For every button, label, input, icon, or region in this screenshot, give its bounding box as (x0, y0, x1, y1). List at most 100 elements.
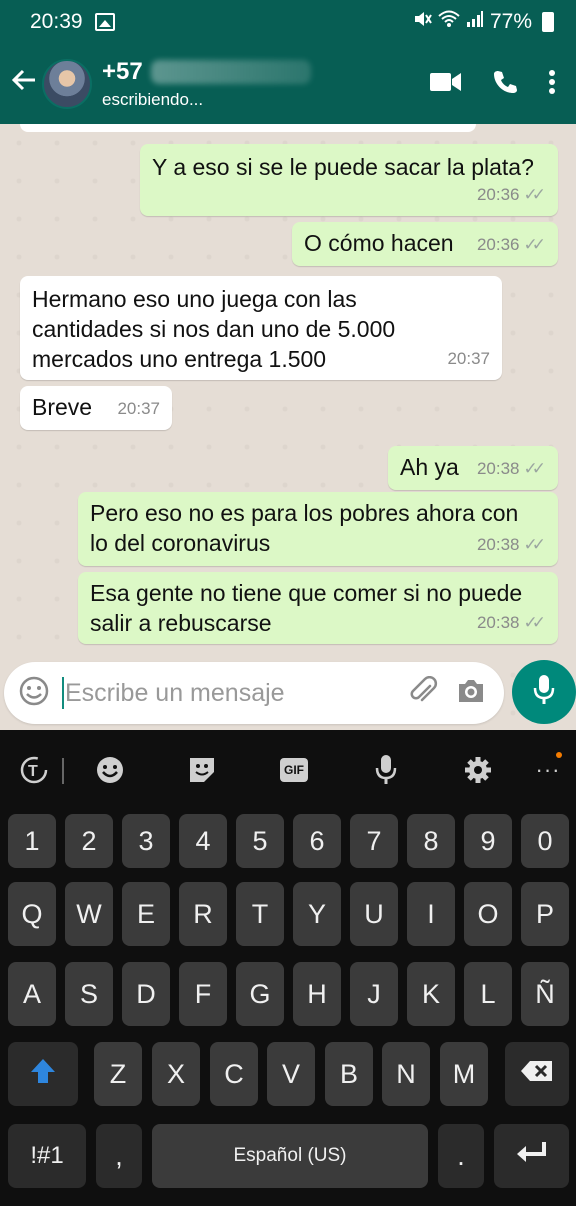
enter-arrow-icon (514, 1140, 550, 1173)
wifi-icon (438, 10, 460, 34)
text-prediction-icon[interactable]: T (14, 752, 54, 788)
shift-key[interactable] (8, 1042, 78, 1106)
key-8[interactable]: 8 (407, 814, 455, 868)
enter-key[interactable] (494, 1124, 569, 1188)
key-z[interactable]: Z (94, 1042, 142, 1106)
message-text-line: cantidades si nos dan uno de 5.000 (32, 316, 396, 342)
key-l[interactable]: L (464, 962, 512, 1026)
key-v[interactable]: V (267, 1042, 315, 1106)
delivered-ticks-icon: ✓✓ (523, 459, 546, 478)
key-7[interactable]: 7 (350, 814, 398, 868)
gif-label: GIF (280, 758, 308, 782)
space-bar[interactable]: Español (US) (152, 1124, 428, 1188)
backspace-icon (520, 1059, 554, 1090)
key-n[interactable]: N (382, 1042, 430, 1106)
delivered-ticks-icon: ✓✓ (523, 613, 546, 632)
message-bubble-outgoing[interactable]: Y a eso si se le puede sacar la plata? 2… (140, 144, 558, 216)
message-bubble-outgoing[interactable]: O cómo hacen 20:36 ✓✓ (292, 222, 558, 266)
back-arrow-icon[interactable] (6, 67, 42, 101)
message-time: 20:38 (476, 459, 520, 478)
message-text: Breve (32, 394, 93, 420)
contact-info[interactable]: +57 escribiendo... (102, 58, 311, 110)
key-m[interactable]: M (440, 1042, 488, 1106)
status-time: 20:39 (30, 10, 83, 33)
status-bar: 20:39 77% (0, 0, 576, 44)
key-k[interactable]: K (407, 962, 455, 1026)
message-text-line: Hermano eso uno juega con las (32, 286, 357, 312)
gallery-notification-icon (94, 13, 115, 31)
delivered-ticks-icon: ✓✓ (523, 535, 546, 554)
chat-header: +57 escribiendo... (0, 44, 576, 124)
key-a[interactable]: A (8, 962, 56, 1026)
gif-icon[interactable]: GIF (274, 752, 314, 788)
key-9[interactable]: 9 (464, 814, 512, 868)
emoji-keyboard-icon[interactable] (90, 752, 130, 788)
key-h[interactable]: H (293, 962, 341, 1026)
key-3[interactable]: 3 (122, 814, 170, 868)
message-time: 20:38 (476, 613, 520, 632)
emoji-icon[interactable] (18, 675, 50, 712)
message-time: 20:38 (476, 535, 520, 554)
message-bubble-incoming[interactable]: Breve 20:37 (20, 386, 172, 430)
signal-icon (466, 10, 484, 34)
key-d[interactable]: D (122, 962, 170, 1026)
key-u[interactable]: U (350, 882, 398, 946)
key-b[interactable]: B (325, 1042, 373, 1106)
key-q[interactable]: Q (8, 882, 56, 946)
comma-key[interactable]: , (96, 1124, 142, 1188)
key-5[interactable]: 5 (236, 814, 284, 868)
contact-avatar[interactable] (42, 59, 92, 109)
settings-gear-icon[interactable] (458, 752, 498, 788)
video-call-icon[interactable] (430, 71, 462, 98)
key-0[interactable]: 0 (521, 814, 569, 868)
key-c[interactable]: C (210, 1042, 258, 1106)
delivered-ticks-icon: ✓✓ (523, 235, 546, 254)
camera-icon[interactable] (456, 678, 486, 709)
backspace-key[interactable] (505, 1042, 569, 1106)
key-f[interactable]: F (179, 962, 227, 1026)
key-6[interactable]: 6 (293, 814, 341, 868)
key-o[interactable]: O (464, 882, 512, 946)
key-1[interactable]: 1 (8, 814, 56, 868)
key-p[interactable]: P (521, 882, 569, 946)
message-text-line: salir a rebuscarse (90, 610, 272, 636)
key-t[interactable]: T (236, 882, 284, 946)
key-n-tilde[interactable]: Ñ (521, 962, 569, 1026)
key-4[interactable]: 4 (179, 814, 227, 868)
message-text-line: lo del coronavirus (90, 530, 271, 556)
key-j[interactable]: J (350, 962, 398, 1026)
attach-icon[interactable] (408, 675, 438, 711)
message-bubble-outgoing[interactable]: Ah ya 20:38 ✓✓ (388, 446, 558, 490)
microphone-icon (533, 674, 555, 711)
key-e[interactable]: E (122, 882, 170, 946)
voice-input-icon[interactable] (366, 752, 406, 788)
message-bubble-outgoing[interactable]: Esa gente no tiene que comer si no puede… (78, 572, 558, 644)
message-time: 20:36 (476, 185, 520, 204)
voice-record-button[interactable] (512, 660, 576, 724)
message-text-line: mercados uno entrega 1.500 (32, 346, 327, 372)
message-bubble-incoming[interactable]: Hermano eso uno juega con las cantidades… (20, 276, 502, 380)
battery-percent: 77% (489, 10, 532, 33)
message-text-line: Pero eso no es para los pobres ahora con (90, 500, 519, 526)
message-bubble-outgoing[interactable]: Pero eso no es para los pobres ahora con… (78, 492, 558, 566)
typing-status: escribiendo... (102, 90, 204, 109)
period-key[interactable]: . (438, 1124, 484, 1188)
redacted-number (150, 60, 311, 84)
key-g[interactable]: G (236, 962, 284, 1026)
sticker-icon[interactable] (182, 752, 222, 788)
key-r[interactable]: R (179, 882, 227, 946)
battery-icon (542, 12, 554, 32)
key-i[interactable]: I (407, 882, 455, 946)
key-y[interactable]: Y (293, 882, 341, 946)
key-x[interactable]: X (152, 1042, 200, 1106)
key-w[interactable]: W (65, 882, 113, 946)
voice-call-icon[interactable] (492, 69, 518, 100)
more-toolbar-icon[interactable]: ··· (528, 752, 568, 788)
more-options-icon[interactable] (548, 69, 556, 100)
message-input[interactable]: Escribe un mensaje (62, 677, 408, 709)
chat-area[interactable]: Y a eso si se le puede sacar la plata? 2… (0, 124, 576, 730)
symbols-key[interactable]: !#1 (8, 1124, 86, 1188)
previous-message-bubble (20, 124, 476, 132)
key-2[interactable]: 2 (65, 814, 113, 868)
key-s[interactable]: S (65, 962, 113, 1026)
